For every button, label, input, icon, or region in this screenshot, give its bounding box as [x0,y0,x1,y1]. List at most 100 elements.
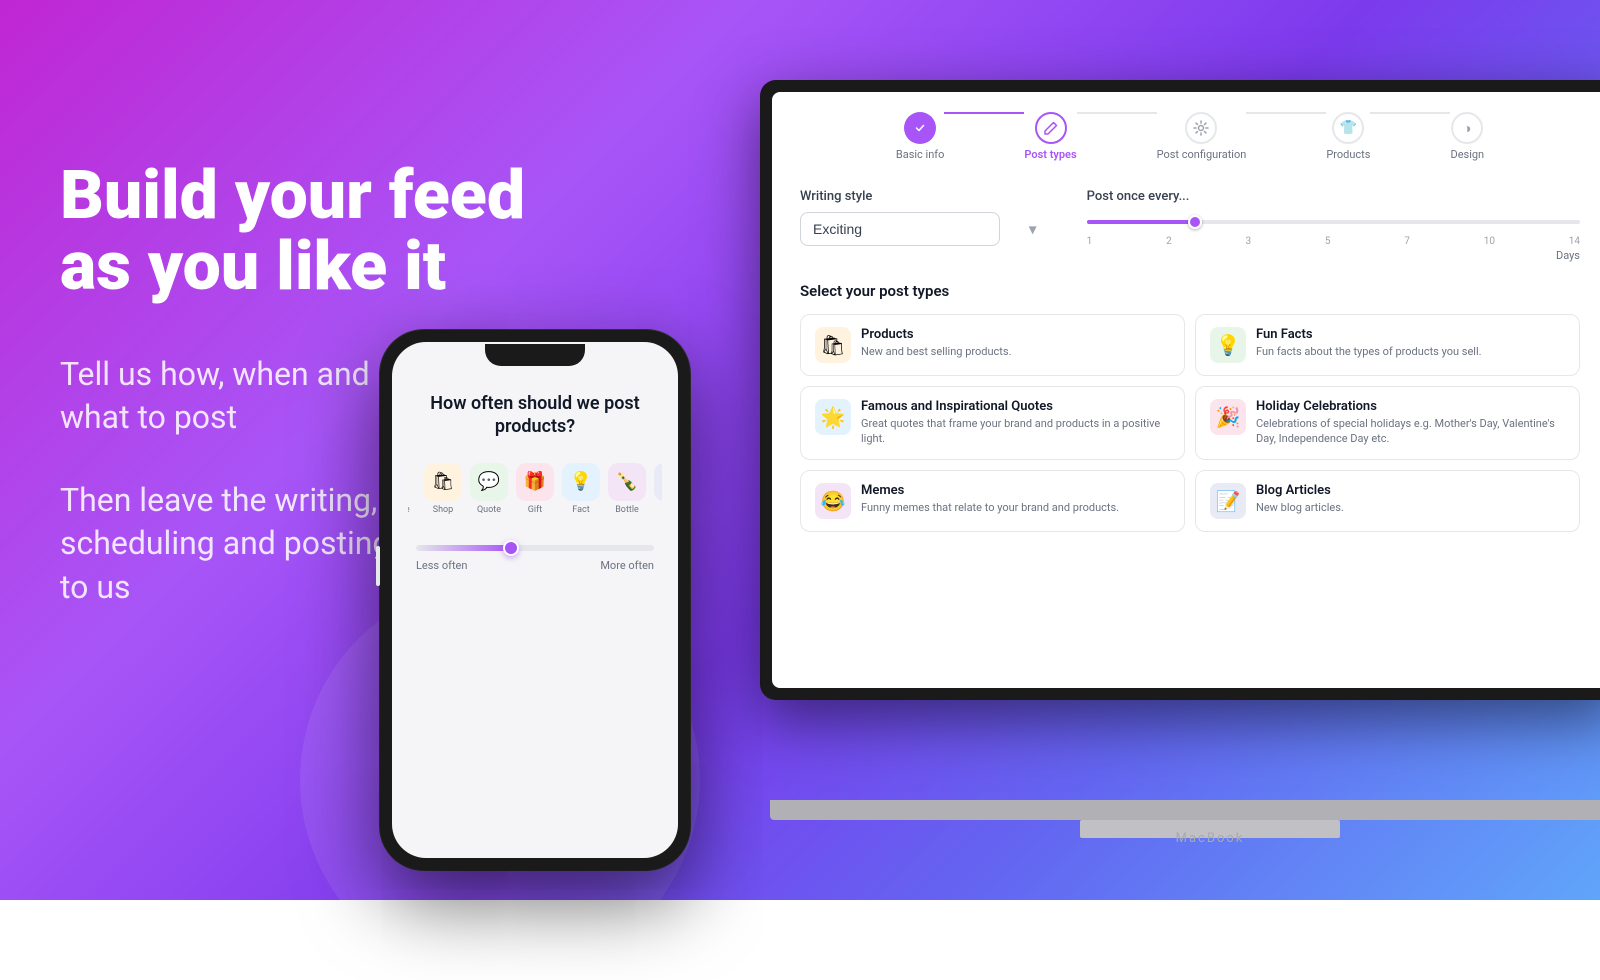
post-type-desc-memes: Funny memes that relate to your brand an… [861,500,1119,515]
step-label-post-types: Post types [1024,148,1076,161]
controls-row: Writing style Exciting Professional Casu… [800,189,1580,262]
chip-label-quote: Quote [477,505,501,515]
post-type-icon-memes: 😂 [815,483,851,519]
phone-screen: How often should we post products? 😂 Mem… [392,342,678,858]
freq-label-more: More often [600,559,654,572]
post-type-info-fun-facts: Fun Facts Fun facts about the types of p… [1256,327,1482,359]
slider-ticks: 1 2 3 5 7 10 14 [1087,236,1580,247]
macbook-screen: Basic info Post types [772,92,1600,688]
post-type-info-holiday: Holiday Celebrations Celebrations of spe… [1256,399,1565,447]
step-label-post-config: Post configuration [1157,148,1247,161]
step-label-design: Design [1450,148,1484,161]
chip-icon-shop: 🛍 [424,463,462,501]
chip-gift[interactable]: 🎁 Gift [516,463,554,515]
macbook-container: Basic info Post types [760,80,1600,800]
macbook-frame: Basic info Post types [760,80,1600,700]
post-type-name-blog: Blog Articles [1256,483,1344,498]
freq-labels: Less often More often [416,559,654,572]
post-type-name-quotes: Famous and Inspirational Quotes [861,399,1170,414]
post-type-desc-blog: New blog articles. [1256,500,1344,515]
chip-fact[interactable]: 💡 Fact [562,463,600,515]
step-post-types[interactable]: Post types [1024,112,1076,161]
post-type-icon-holiday: 🎉 [1210,399,1246,435]
slider-track [1087,220,1580,224]
post-frequency-group: Post once every... 1 2 3 5 [1087,189,1580,262]
post-type-card-holiday[interactable]: 🎉 Holiday Celebrations Celebrations of s… [1195,386,1580,460]
chip-icon-gift: 🎁 [516,463,554,501]
post-type-desc-fun-facts: Fun facts about the types of products yo… [1256,344,1482,359]
post-types-title: Select your post types [800,282,1580,300]
phone-container: How often should we post products? 😂 Mem… [380,330,690,870]
step-circle-post-config [1185,112,1217,144]
post-type-icon-products: 🛍 [815,327,851,363]
post-type-name-memes: Memes [861,483,1119,498]
post-type-info-quotes: Famous and Inspirational Quotes Great qu… [861,399,1170,447]
post-frequency-label: Post once every... [1087,189,1580,204]
chip-label-bottle: Bottle [615,505,639,515]
phone-frame: How often should we post products? 😂 Mem… [380,330,690,870]
chip-label-shop: Shop [433,505,454,515]
freq-slider-bar [416,545,654,551]
select-arrow-icon: ▾ [1029,220,1037,239]
step-products[interactable]: 👕 Products [1326,112,1370,161]
writing-style-group: Writing style Exciting Professional Casu… [800,189,1047,246]
slider-thumb[interactable] [1188,215,1202,229]
post-type-info-memes: Memes Funny memes that relate to your br… [861,483,1119,515]
slider-unit: Days [1087,249,1580,262]
step-circle-post-types [1035,112,1067,144]
post-type-desc-quotes: Great quotes that frame your brand and p… [861,416,1170,447]
main-heading: Build your feed as you like it [60,160,525,303]
step-post-config[interactable]: Post configuration [1157,112,1247,161]
chip-bottle[interactable]: 🍾 Bottle [608,463,646,515]
chip-shop[interactable]: 🛍 Shop [424,463,462,515]
chip-icon-meme: 😂 [408,463,416,501]
post-type-info-products: Products New and best selling products. [861,327,1011,359]
phone-question: How often should we post products? [408,392,662,439]
step-circle-products: 👕 [1332,112,1364,144]
post-type-desc-holiday: Celebrations of special holidays e.g. Mo… [1256,416,1565,447]
post-type-card-fun-facts[interactable]: 💡 Fun Facts Fun facts about the types of… [1195,314,1580,376]
step-label-products: Products [1326,148,1370,161]
post-type-icon-quotes: 🌟 [815,399,851,435]
chip-icon-more: 🎪 [654,463,662,501]
macbook-label-container: MacBook [1176,827,1245,846]
frequency-slider-phone: Less often More often [408,545,662,572]
slider-fill [1087,220,1196,224]
step-basic-info[interactable]: Basic info [896,112,945,161]
post-type-card-quotes[interactable]: 🌟 Famous and Inspirational Quotes Great … [800,386,1185,460]
chip-icon-quote: 💬 [470,463,508,501]
post-type-card-products[interactable]: 🛍 Products New and best selling products… [800,314,1185,376]
phone-content: How often should we post products? 😂 Mem… [392,342,678,858]
post-type-name-holiday: Holiday Celebrations [1256,399,1565,414]
freq-label-less: Less often [416,559,467,572]
freq-slider-fill [416,545,511,551]
chip-label-gift: Gift [528,505,542,515]
chip-more[interactable]: 🎪 More [654,463,662,515]
post-type-icon-blog: 📝 [1210,483,1246,519]
chip-label-meme: Meme [408,505,410,515]
phone-notch [485,344,585,366]
chips-row: 😂 Meme 🛍 Shop 💬 Quote 🎁 Gift [408,463,662,515]
step-circle-design: ◑ [1451,112,1483,144]
post-type-name-fun-facts: Fun Facts [1256,327,1482,342]
macbook-base [770,800,1600,820]
post-type-desc-products: New and best selling products. [861,344,1011,359]
freq-slider-thumb[interactable] [503,540,519,556]
chip-icon-fact: 💡 [562,463,600,501]
post-type-card-memes[interactable]: 😂 Memes Funny memes that relate to your … [800,470,1185,532]
app-ui: Basic info Post types [772,92,1600,688]
post-types-section: Select your post types 🛍 Products New an… [800,282,1580,532]
frequency-slider[interactable] [1087,212,1580,232]
chip-meme[interactable]: 😂 Meme [408,463,416,515]
chip-quote[interactable]: 💬 Quote [470,463,508,515]
chip-label-fact: Fact [572,505,589,515]
chip-icon-bottle: 🍾 [608,463,646,501]
post-type-icon-fun-facts: 💡 [1210,327,1246,363]
step-design[interactable]: ◑ Design [1450,112,1484,161]
step-circle-basic-info [904,112,936,144]
post-type-card-blog[interactable]: 📝 Blog Articles New blog articles. [1195,470,1580,532]
writing-style-select-wrapper: Exciting Professional Casual Funny ▾ [800,212,1047,246]
writing-style-select[interactable]: Exciting Professional Casual Funny [800,212,1000,246]
stepper: Basic info Post types [800,112,1580,161]
post-types-grid: 🛍 Products New and best selling products… [800,314,1580,532]
